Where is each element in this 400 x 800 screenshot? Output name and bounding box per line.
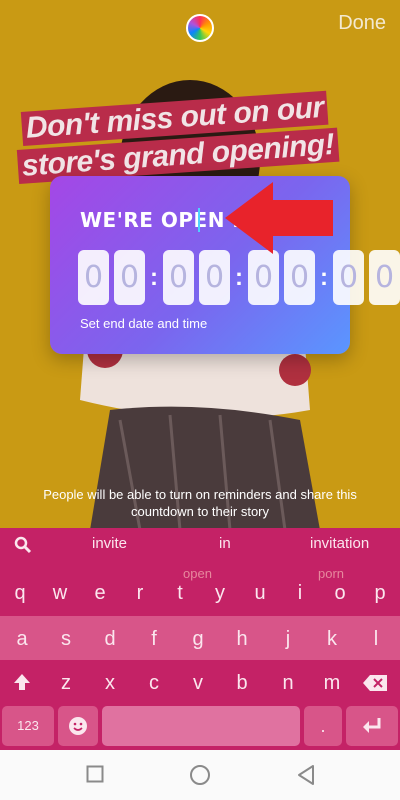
red-arrow-icon [225, 182, 333, 254]
countdown-separator: : [150, 263, 158, 291]
countdown-digit: 0 [199, 250, 230, 305]
back-icon[interactable] [296, 764, 316, 786]
alt-suggestion-row: open porn [0, 566, 400, 581]
enter-key[interactable] [346, 706, 398, 746]
countdown-digits: 0 0 : 0 0 : 0 0 : 0 0 [78, 250, 400, 305]
key[interactable]: u [240, 582, 280, 605]
key-row-3: z x c v b n m [0, 660, 400, 706]
key-row-1: q w e r t y u i o p [0, 582, 400, 616]
key[interactable]: y [200, 582, 240, 605]
countdown-digit: 0 [248, 250, 279, 305]
key[interactable]: n [268, 672, 308, 695]
set-end-date-link[interactable]: Set end date and time [80, 316, 207, 331]
countdown-digit: 0 [163, 250, 194, 305]
symbols-key[interactable]: 123 [2, 706, 54, 746]
countdown-digit: 0 [369, 250, 400, 305]
suggestion-item[interactable]: in [219, 535, 231, 552]
alt-suggestion[interactable]: open [183, 566, 212, 581]
key[interactable]: d [90, 628, 130, 651]
key[interactable]: b [222, 672, 262, 695]
countdown-separator: : [235, 263, 243, 291]
key[interactable]: s [46, 628, 86, 651]
symbols-key-label: 123 [17, 718, 39, 733]
done-button[interactable]: Done [338, 12, 386, 35]
key-row-2: a s d f g h j k l [0, 616, 400, 660]
system-nav-bar [0, 750, 400, 800]
key[interactable]: j [268, 628, 308, 651]
text-cursor [198, 208, 200, 232]
key[interactable]: t [160, 582, 200, 605]
keyboard: invite in invitation open porn q w e r t… [0, 528, 400, 750]
key[interactable]: f [134, 628, 174, 651]
home-icon[interactable] [189, 764, 211, 786]
top-bar: Done [0, 0, 400, 56]
key[interactable]: r [120, 582, 160, 605]
period-key-label: . [320, 716, 326, 736]
backspace-icon[interactable] [362, 674, 388, 692]
key[interactable]: v [178, 672, 218, 695]
shift-icon[interactable] [12, 672, 32, 692]
key[interactable]: i [280, 582, 320, 605]
key[interactable]: h [222, 628, 262, 651]
emoji-key[interactable] [58, 706, 98, 746]
countdown-digit: 0 [333, 250, 364, 305]
key[interactable]: z [46, 672, 86, 695]
period-key[interactable]: . [304, 706, 342, 746]
countdown-digit: 0 [284, 250, 315, 305]
key[interactable]: m [312, 672, 352, 695]
emoji-icon [69, 717, 87, 735]
countdown-digit: 0 [78, 250, 109, 305]
key[interactable]: k [312, 628, 352, 651]
recents-icon[interactable] [86, 765, 104, 783]
suggestion-bar: invite in invitation [0, 528, 400, 562]
key[interactable]: l [356, 628, 396, 651]
key[interactable]: x [90, 672, 130, 695]
countdown-digit: 0 [114, 250, 145, 305]
key[interactable]: c [134, 672, 174, 695]
countdown-separator: : [320, 263, 328, 291]
suggestion-item[interactable]: invitation [310, 535, 369, 552]
enter-icon [363, 718, 381, 733]
search-icon[interactable] [14, 536, 32, 554]
key[interactable]: w [40, 582, 80, 605]
color-picker-icon[interactable] [186, 14, 214, 42]
key[interactable]: q [0, 582, 40, 605]
key[interactable]: a [2, 628, 42, 651]
space-bar[interactable] [102, 706, 300, 746]
key[interactable]: g [178, 628, 218, 651]
key[interactable]: p [360, 582, 400, 605]
reminder-notice: People will be able to turn on reminders… [43, 487, 357, 519]
alt-suggestion[interactable]: porn [318, 566, 344, 581]
key[interactable]: o [320, 582, 360, 605]
key[interactable]: e [80, 582, 120, 605]
suggestion-item[interactable]: invite [92, 535, 127, 552]
